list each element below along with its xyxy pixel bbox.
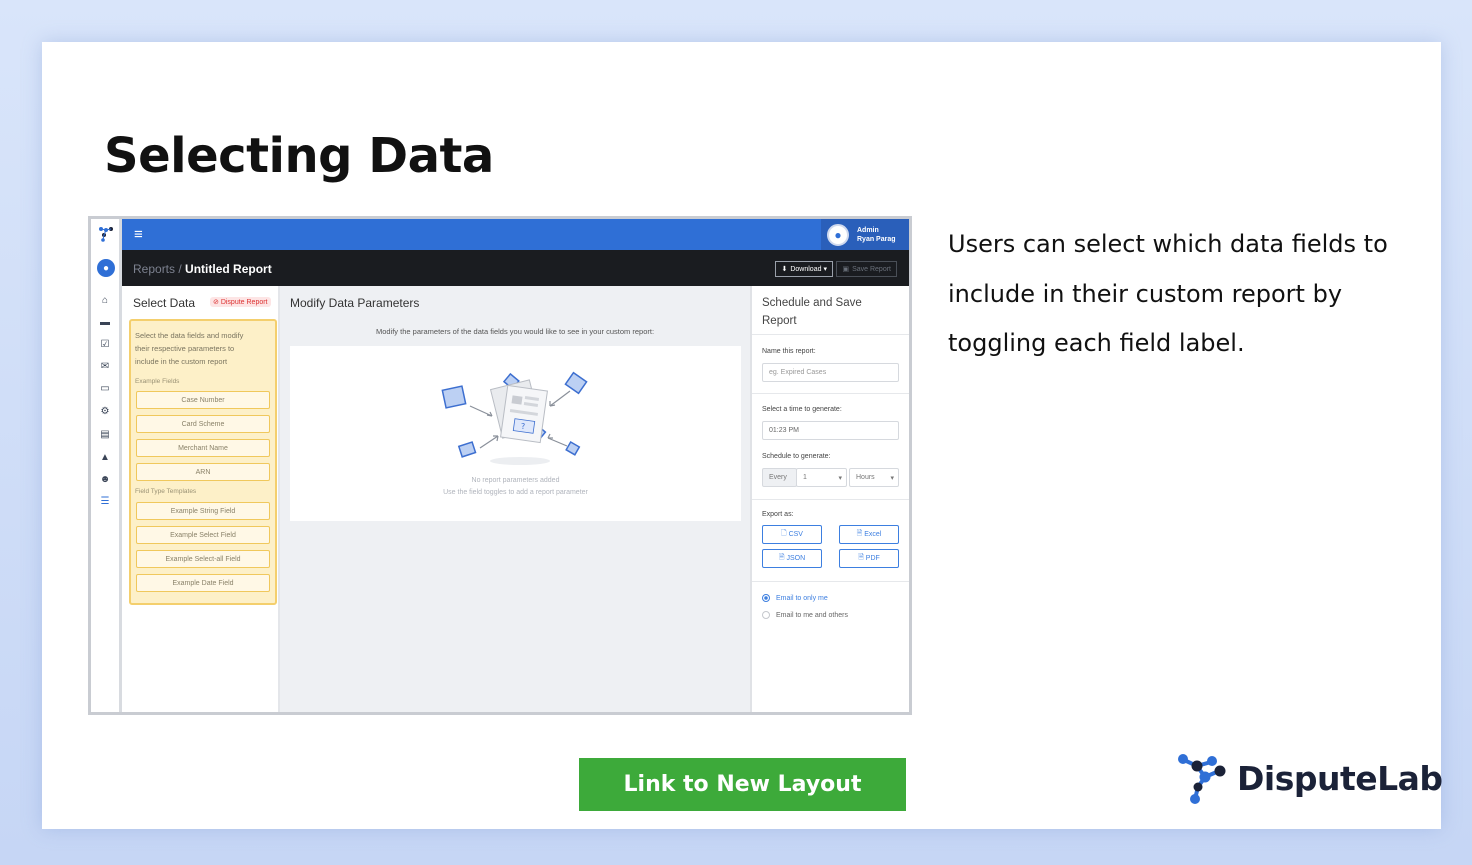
settings-icon[interactable]: ⚙ xyxy=(99,405,111,417)
user-role: Admin xyxy=(857,226,879,234)
download-icon: ⬇ xyxy=(781,266,788,273)
reports-icon[interactable]: ☰ xyxy=(99,495,111,507)
divider xyxy=(752,499,909,500)
file-icon: 🗋 xyxy=(781,530,789,537)
select-data-heading: Select Data xyxy=(133,296,196,310)
file-icon: 🗎 xyxy=(856,530,865,537)
divider xyxy=(752,334,909,335)
file-icon: 🗎 xyxy=(858,554,866,561)
disputelab-logo-mark xyxy=(1178,754,1226,804)
time-label: Select a time to generate: xyxy=(762,406,842,413)
save-icon: ▣ xyxy=(842,266,850,273)
app-logo-icon[interactable] xyxy=(98,226,114,242)
avatar: ● xyxy=(827,223,849,246)
divider xyxy=(752,581,909,582)
page-header: Reports / Untitled Report ⬇ Download ▾ ▣… xyxy=(122,250,909,286)
field-toggle-case-number[interactable]: Case Number xyxy=(136,391,270,409)
export-json-button[interactable]: 🗎 JSON xyxy=(762,549,822,568)
name-label: Name this report: xyxy=(762,348,816,355)
empty-state-hint: Use the field toggles to add a report pa… xyxy=(443,489,588,496)
schedule-panel: Schedule and Save Report Name this repor… xyxy=(752,286,909,712)
dispute-report-badge[interactable]: ⊘ Dispute Report xyxy=(210,297,271,307)
interval-unit-select[interactable]: Hours ▾ xyxy=(849,468,899,487)
card-icon[interactable]: ▭ xyxy=(99,382,111,394)
field-toggle-select[interactable]: Example Select Field xyxy=(136,526,270,544)
export-pdf-button[interactable]: 🗎 PDF xyxy=(839,549,899,568)
description-line: Users can select which data fields to xyxy=(948,230,1388,258)
divider xyxy=(752,393,909,394)
bank-icon[interactable]: ▬ xyxy=(99,316,111,328)
users-icon[interactable]: ☻ xyxy=(99,473,111,485)
export-label: Export as: xyxy=(762,511,794,518)
field-toggle-merchant-name[interactable]: Merchant Name xyxy=(136,439,270,457)
select-data-panel: Select Data ⊘ Dispute Report Select the … xyxy=(125,286,280,712)
schedule-label: Schedule to generate: xyxy=(762,453,831,460)
field-toggle-select-all[interactable]: Example Select-all Field xyxy=(136,550,270,568)
slide-description: Users can select which data fields to in… xyxy=(948,220,1408,369)
warning-icon[interactable]: ▲ xyxy=(99,451,111,463)
field-toggle-date[interactable]: Example Date Field xyxy=(136,574,270,592)
chevron-down-icon: ▾ xyxy=(890,474,894,482)
email-others-radio[interactable]: Email to me and others xyxy=(762,611,848,619)
interval-count-select[interactable]: 1 ▾ xyxy=(796,468,847,487)
home-icon[interactable]: ⌂ xyxy=(99,294,111,306)
chevron-down-icon: ▾ xyxy=(823,266,827,273)
checklist-icon[interactable]: ☑ xyxy=(99,338,111,350)
field-list-panel: Select the data fields and modify their … xyxy=(129,319,277,605)
time-input[interactable]: 01:23 PM xyxy=(762,421,899,440)
report-name-input[interactable]: eg. Expired Cases xyxy=(762,363,899,382)
save-report-button[interactable]: ▣ Save Report xyxy=(836,261,897,277)
menu-icon[interactable]: ≡ xyxy=(134,227,143,242)
user-name: Ryan Parag xyxy=(857,235,896,243)
example-fields-label: Example Fields xyxy=(135,378,180,385)
slide: Selecting Data ● ⌂ ▬ ☑ ✉ ▭ ⚙ ▤ ▲ ☻ ☰ ≡ ● xyxy=(42,42,1443,829)
breadcrumb: Reports / Untitled Report xyxy=(133,262,272,276)
empty-state-illustration: ? xyxy=(441,371,588,465)
disputelab-logo: DisputeLab xyxy=(1175,750,1443,806)
slide-title: Selecting Data xyxy=(104,128,494,184)
profile-icon[interactable]: ● xyxy=(97,259,115,277)
modify-heading: Modify Data Parameters xyxy=(290,296,420,310)
select-data-instructions: Select the data fields and modify their … xyxy=(135,331,244,366)
description-line: toggling each field label. xyxy=(948,329,1245,357)
document-icon[interactable]: ▤ xyxy=(99,428,111,440)
field-toggle-arn[interactable]: ARN xyxy=(136,463,270,481)
chevron-down-icon: ▾ xyxy=(838,474,842,482)
modify-parameters-panel: Modify Data Parameters Modify the parame… xyxy=(280,286,752,712)
top-bar: ≡ ● Admin Ryan Parag xyxy=(122,219,909,250)
schedule-heading: Schedule and Save Report xyxy=(762,297,862,327)
field-toggle-card-scheme[interactable]: Card Scheme xyxy=(136,415,270,433)
icon-rail: ● ⌂ ▬ ☑ ✉ ▭ ⚙ ▤ ▲ ☻ ☰ xyxy=(91,219,122,712)
download-button[interactable]: ⬇ Download ▾ xyxy=(775,261,833,277)
breadcrumb-reports[interactable]: Reports xyxy=(133,262,175,276)
mail-icon[interactable]: ✉ xyxy=(99,360,111,372)
every-label: Every xyxy=(762,468,797,487)
logo-text: DisputeLab xyxy=(1237,758,1443,798)
export-csv-button[interactable]: 🗋 CSV xyxy=(762,525,822,544)
download-label: Download xyxy=(790,265,822,273)
save-report-label: Save Report xyxy=(852,265,891,273)
file-icon: 🗎 xyxy=(778,554,787,561)
empty-state-title: No report parameters added xyxy=(471,477,560,484)
breadcrumb-separator: / xyxy=(175,262,186,276)
parameters-area: ? No report parameters added Use the fie… xyxy=(290,346,741,521)
modify-subheading: Modify the parameters of the data fields… xyxy=(375,327,655,336)
breadcrumb-current: Untitled Report xyxy=(185,262,272,276)
export-excel-button[interactable]: 🗎 Excel xyxy=(839,525,899,544)
svg-text:?: ? xyxy=(521,422,525,431)
user-menu[interactable]: ● Admin Ryan Parag xyxy=(821,219,909,250)
templates-label: Field Type Templates xyxy=(135,488,197,495)
email-only-me-radio[interactable]: Email to only me xyxy=(762,594,828,602)
field-toggle-string[interactable]: Example String Field xyxy=(136,502,270,520)
report-builder-screenshot: ● ⌂ ▬ ☑ ✉ ▭ ⚙ ▤ ▲ ☻ ☰ ≡ ● Admin Ryan Par… xyxy=(88,216,912,715)
description-line: include in their custom report by xyxy=(948,279,1343,308)
new-layout-link-button[interactable]: Link to New Layout xyxy=(579,758,906,811)
